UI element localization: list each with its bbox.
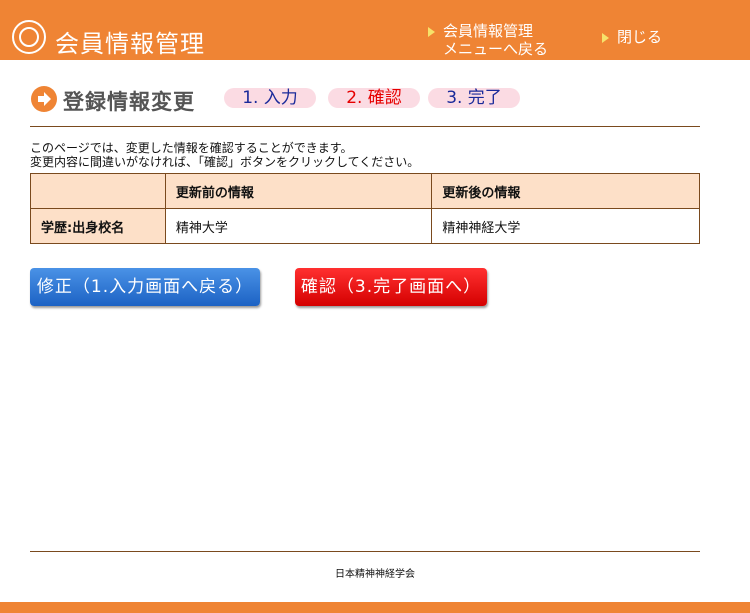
step-input: 1. 入力: [224, 88, 316, 108]
step-confirm: 2. 確認: [328, 88, 420, 108]
society-logo-icon: [12, 20, 46, 54]
description-line1: このページでは、変更した情報を確認することができます。: [30, 141, 353, 155]
table-header-empty: [30, 173, 166, 209]
value-after: 精神神経大学: [431, 208, 700, 244]
header-bar: 会員情報管理 会員情報管理 メニューへ戻る 閉じる: [0, 0, 750, 60]
nav-close-link[interactable]: 閉じる: [602, 28, 662, 46]
table-header-row: 更新前の情報 更新後の情報: [30, 173, 700, 209]
nav-menu-line1: 会員情報管理: [443, 22, 534, 40]
page-title: 登録情報変更: [63, 90, 195, 114]
table-header-before: 更新前の情報: [164, 173, 433, 209]
table-row: 学歴:出身校名 精神大学 精神神経大学: [30, 208, 700, 244]
triangle-bullet-icon: [602, 32, 609, 43]
confirm-button[interactable]: 確認（3.完了画面へ）: [295, 268, 487, 306]
value-before: 精神大学: [164, 208, 433, 244]
arrow-right-icon: [31, 86, 57, 112]
nav-close-label: 閉じる: [617, 28, 663, 46]
bottom-bar: [0, 602, 750, 613]
triangle-bullet-icon: [428, 26, 435, 37]
nav-menu-link[interactable]: 会員情報管理 メニューへ戻る: [428, 22, 548, 58]
description: このページでは、変更した情報を確認することができます。 変更内容に間違いがなけれ…: [30, 141, 419, 169]
description-line2: 変更内容に間違いがなければ、「確認」ボタンをクリックしてください。: [30, 155, 420, 169]
footer-organization: 日本精神神経学会: [335, 569, 415, 580]
nav-menu-line2: メニューへ戻る: [443, 40, 549, 58]
comparison-table: 更新前の情報 更新後の情報 学歴:出身校名 精神大学 精神神経大学: [30, 173, 700, 244]
table-header-after: 更新後の情報: [431, 173, 700, 209]
back-to-input-button[interactable]: 修正（1.入力画面へ戻る）: [30, 268, 260, 306]
step-complete: 3. 完了: [428, 88, 520, 108]
footer-divider: [30, 551, 700, 552]
app-title: 会員情報管理: [55, 30, 205, 58]
row-label: 学歴:出身校名: [30, 208, 166, 244]
divider: [30, 126, 700, 127]
